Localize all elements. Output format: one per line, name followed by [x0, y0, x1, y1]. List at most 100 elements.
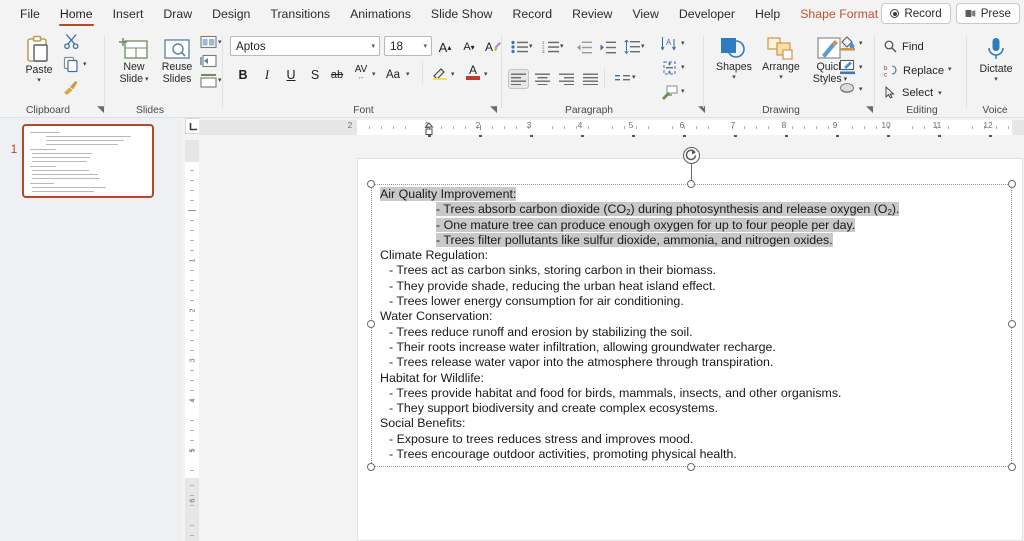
bullets-button[interactable] [509, 37, 530, 57]
resize-handle-bottom-left[interactable] [367, 463, 375, 471]
slide-thumbnail-1[interactable] [22, 124, 154, 198]
arrange-button[interactable]: Arrange ▾ [757, 36, 805, 81]
content-placeholder[interactable]: Air Quality Improvement: - Trees absorb … [367, 147, 1016, 471]
arrange-chevron-down-icon[interactable]: ▾ [779, 74, 783, 81]
decrease-indent-button[interactable] [573, 37, 594, 57]
font-size-input[interactable] [385, 39, 424, 53]
character-spacing-chevron-down-icon[interactable]: ▾ [372, 70, 376, 78]
menu-tab-record[interactable]: Record [502, 1, 562, 27]
shape-fill-chevron-down-icon[interactable]: ▾ [859, 39, 863, 47]
line-spacing-button[interactable] [621, 37, 642, 57]
find-button[interactable]: Find [884, 37, 924, 56]
menu-tab-slide-show[interactable]: Slide Show [421, 1, 503, 27]
menu-tab-draw[interactable]: Draw [153, 1, 202, 27]
character-spacing-button[interactable]: AV ↔ [350, 62, 372, 84]
increase-indent-button[interactable] [597, 37, 618, 57]
dictate-chevron-down-icon[interactable]: ▾ [994, 76, 998, 83]
menu-tab-developer[interactable]: Developer [669, 1, 745, 27]
font-color-button[interactable]: A [462, 61, 484, 83]
font-name-combobox[interactable]: ▾ [230, 36, 380, 56]
format-painter-button[interactable] [62, 78, 80, 96]
paste-chevron-down-icon[interactable]: ▾ [37, 77, 41, 84]
shape-fill-button[interactable] [839, 35, 856, 51]
section-chevron-down-icon[interactable]: ▾ [218, 76, 222, 84]
italic-button[interactable]: I [256, 64, 278, 86]
resize-handle-bottom-right[interactable] [1008, 463, 1016, 471]
present-button[interactable]: Prese [955, 3, 1020, 24]
font-size-combobox[interactable]: ▾ [384, 36, 432, 56]
shape-outline-chevron-down-icon[interactable]: ▾ [859, 63, 863, 71]
resize-handle-bottom-center[interactable] [687, 463, 695, 471]
text-direction-chevron-down-icon[interactable]: ▾ [681, 39, 685, 47]
copy-chevron-down-icon[interactable]: ▾ [83, 60, 87, 68]
shape-effects-chevron-down-icon[interactable]: ▾ [859, 85, 863, 93]
menu-tab-transitions[interactable]: Transitions [260, 1, 340, 27]
replace-chevron-down-icon[interactable]: ▾ [948, 65, 952, 73]
decrease-font-size-button[interactable]: A ▾ [458, 36, 480, 58]
section-button[interactable] [200, 73, 217, 88]
change-case-button[interactable]: Aa [382, 64, 404, 86]
text-direction-button[interactable]: A [659, 35, 679, 53]
numbering-chevron-down-icon[interactable]: ▾ [560, 42, 564, 50]
columns-chevron-down-icon[interactable]: ▾ [632, 73, 636, 81]
shapes-button[interactable]: Shapes ▾ [711, 36, 757, 81]
menu-tab-shape-format[interactable]: Shape Format [790, 1, 888, 27]
highlight-chevron-down-icon[interactable]: ▾ [451, 70, 455, 78]
font-color-chevron-down-icon[interactable]: ▾ [484, 70, 488, 78]
text-highlight-button[interactable] [429, 62, 451, 84]
menu-tab-design[interactable]: Design [202, 1, 260, 27]
font-size-chevron-down-icon[interactable]: ▾ [423, 42, 431, 50]
line-spacing-chevron-down-icon[interactable]: ▾ [641, 42, 645, 50]
menu-tab-insert[interactable]: Insert [103, 1, 154, 27]
text-shadow-button[interactable]: S [304, 64, 326, 86]
menu-tab-help[interactable]: Help [745, 1, 790, 27]
horizontal-ruler[interactable]: 2 1 2 3 4 5 6 7 8 9 10 11 12 [199, 118, 1024, 140]
change-case-chevron-down-icon[interactable]: ▾ [406, 70, 410, 78]
font-name-chevron-down-icon[interactable]: ▾ [371, 42, 379, 50]
first-line-indent-marker[interactable] [424, 122, 434, 135]
menu-tab-animations[interactable]: Animations [340, 1, 421, 27]
bold-button[interactable]: B [232, 64, 254, 86]
strikethrough-button[interactable]: ab [326, 64, 348, 86]
dictate-button[interactable]: Dictate ▾ [975, 36, 1017, 83]
drawing-dialog-launcher-icon[interactable]: ◥ [866, 104, 873, 115]
increase-font-size-button[interactable]: A ▴ [434, 36, 456, 58]
shape-outline-button[interactable] [839, 59, 856, 75]
layout-chevron-down-icon[interactable]: ▾ [218, 38, 222, 46]
bullets-chevron-down-icon[interactable]: ▾ [529, 42, 533, 50]
slide-thumbnail-pane[interactable]: 1 [0, 118, 182, 541]
shape-effects-button[interactable] [839, 82, 856, 96]
justify-button[interactable] [580, 69, 601, 89]
paste-button[interactable]: Paste ▾ [16, 35, 62, 84]
menu-tab-file[interactable]: File [10, 1, 50, 27]
convert-to-smartart-button[interactable] [659, 83, 679, 101]
columns-button[interactable] [612, 69, 633, 89]
record-button[interactable]: Record [881, 3, 951, 24]
font-name-input[interactable] [231, 39, 372, 53]
cut-button[interactable] [63, 33, 80, 50]
align-right-button[interactable] [556, 69, 577, 89]
select-button[interactable]: Select ▾ [884, 83, 942, 102]
shapes-chevron-down-icon[interactable]: ▾ [732, 74, 736, 81]
underline-button[interactable]: U [280, 64, 302, 86]
menu-tab-review[interactable]: Review [562, 1, 622, 27]
resize-handle-middle-right[interactable] [1008, 320, 1016, 328]
rotate-handle[interactable] [683, 147, 700, 164]
reuse-slides-button[interactable]: Reuse Slides [156, 37, 198, 85]
select-chevron-down-icon[interactable]: ▾ [938, 89, 942, 97]
align-text-button[interactable] [659, 59, 679, 77]
copy-button[interactable] [63, 56, 80, 73]
resize-handle-top-right[interactable] [1008, 180, 1016, 188]
new-slide-chevron-down-icon[interactable]: ▾ [145, 76, 149, 83]
smartart-chevron-down-icon[interactable]: ▾ [681, 87, 685, 95]
menu-tab-home[interactable]: Home [50, 1, 103, 27]
numbering-button[interactable]: 1 2 3 [540, 37, 561, 57]
replace-button[interactable]: b c Replace [884, 61, 944, 80]
placeholder-text-content[interactable]: Air Quality Improvement: - Trees absorb … [380, 187, 1005, 462]
layout-button[interactable] [200, 35, 217, 49]
align-left-button[interactable] [508, 69, 529, 89]
reset-button[interactable] [200, 54, 217, 68]
align-text-chevron-down-icon[interactable]: ▾ [681, 63, 685, 71]
vertical-ruler[interactable]: 1 2 3 4 5 6 [185, 140, 199, 541]
resize-handle-middle-left[interactable] [367, 320, 375, 328]
